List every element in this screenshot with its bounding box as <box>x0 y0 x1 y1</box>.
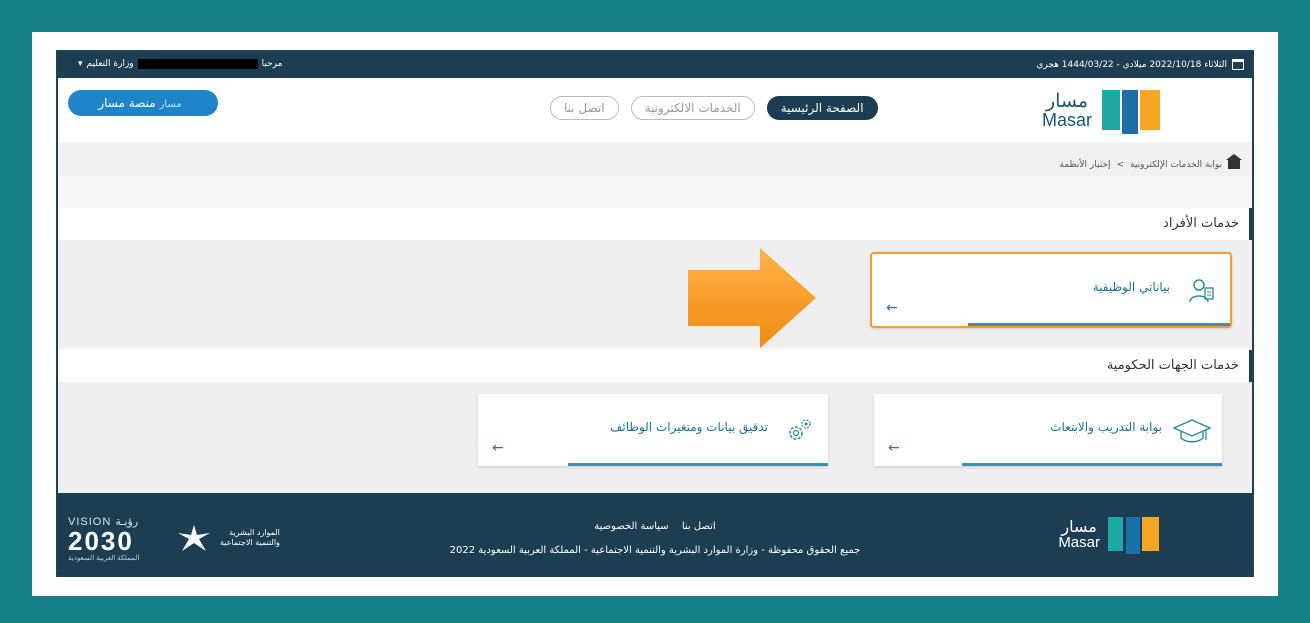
masar-logo[interactable]: مسار Masar <box>1041 89 1164 134</box>
browser-viewport: الثلاثاء 2022/10/18 ميلادي - 1444/03/22 … <box>56 50 1254 577</box>
platform-label: منصة مسار <box>98 96 156 110</box>
breadcrumb-portal[interactable]: بوابة الخدمات الإلكترونية <box>1130 160 1222 170</box>
ministry-line1: الموارد البشرية <box>229 528 280 537</box>
arrow-left-icon[interactable]: ← <box>492 440 504 456</box>
home-icon[interactable] <box>1226 154 1242 169</box>
calendar-icon <box>1232 59 1244 70</box>
card-training-portal[interactable]: بوابة التدريب والابتعاث ← <box>874 394 1222 466</box>
nav-home[interactable]: الصفحة الرئيسية <box>766 96 878 120</box>
arrow-left-icon[interactable]: ← <box>886 300 898 316</box>
logo-arabic: مسار <box>1045 89 1089 112</box>
graduation-cap-icon <box>1172 419 1212 443</box>
vision-kingdom: المملكة العربية السعودية <box>68 555 140 562</box>
card-bar <box>962 463 1222 466</box>
logo-english: Masar <box>1041 109 1092 130</box>
main-nav: اتصل بنا الخدمات الالكترونية الصفحة الرئ… <box>550 96 878 120</box>
ministry-logo: الموارد البشرية والتنمية الاجتماعية <box>176 523 280 553</box>
vision-year: 2030 <box>68 526 134 556</box>
card-title: تدقيق بيانات ومتغيرات الوظائف <box>609 420 768 434</box>
arrow-left-icon[interactable]: ← <box>888 440 900 456</box>
gears-icon <box>789 419 811 440</box>
nav-contact[interactable]: اتصل بنا <box>550 96 619 120</box>
header: مسار Masar اتصل بنا الخدمات الالكترونية … <box>58 78 1252 142</box>
masar-platform-button[interactable]: مسار منصة مسار <box>68 90 218 116</box>
user-menu[interactable]: مرحبا وزارة التعليم ▾ <box>78 59 282 69</box>
card-title: بياناتي الوظيفية <box>1092 280 1170 294</box>
redacted-username <box>137 59 258 69</box>
chevron-down-icon[interactable]: ▾ <box>78 59 83 69</box>
breadcrumb-separator: > <box>1116 159 1125 170</box>
breadcrumb: بوابة الخدمات الإلكترونية > إختيار الأنظ… <box>58 142 1252 176</box>
card-title: بوابة التدريب والابتعاث <box>1050 420 1162 434</box>
welcome-text: مرحبا <box>261 59 283 69</box>
card-bar <box>568 463 828 466</box>
vision-2030-logo: VISION رؤيـة 2030 المملكة العربية السعود… <box>68 515 178 562</box>
footer-link-privacy[interactable]: سياسة الخصوصية <box>594 521 668 532</box>
date-text: الثلاثاء 2022/10/18 ميلادي - 1444/03/22 … <box>1036 59 1227 70</box>
org-name: وزارة التعليم <box>86 59 134 69</box>
top-bar: الثلاثاء 2022/10/18 ميلادي - 1444/03/22 … <box>58 52 1252 78</box>
logo-mark-icon <box>1102 90 1164 134</box>
footer: مسار Masar اتصل بنا سياسة الخصوصية جميع … <box>58 493 1252 575</box>
platform-tag: مسار <box>159 99 182 110</box>
section-individuals-title: خدمات الأفراد <box>58 208 1252 240</box>
ministry-line2: والتنمية الاجتماعية <box>220 538 280 547</box>
screenshot-frame: الثلاثاء 2022/10/18 ميلادي - 1444/03/22 … <box>32 32 1278 596</box>
breadcrumb-current: إختيار الأنظمة <box>1059 159 1111 170</box>
date-display: الثلاثاء 2022/10/18 ميلادي - 1444/03/22 … <box>1036 59 1244 70</box>
card-my-job-data[interactable]: بياناتي الوظيفية ← <box>870 252 1232 328</box>
ministry-emblem-icon <box>178 525 210 551</box>
user-profile-icon <box>1189 279 1214 303</box>
card-bar <box>968 323 1230 326</box>
card-job-data-audit[interactable]: تدقيق بيانات ومتغيرات الوظائف ← <box>478 394 828 466</box>
nav-eservices[interactable]: الخدمات الالكترونية <box>630 96 755 120</box>
footer-link-contact[interactable]: اتصل بنا <box>682 521 716 532</box>
orange-arrow-icon <box>688 248 816 348</box>
section-government-title: خدمات الجهات الحكومية <box>58 350 1252 382</box>
logo-text: مسار Masar <box>1041 89 1092 130</box>
